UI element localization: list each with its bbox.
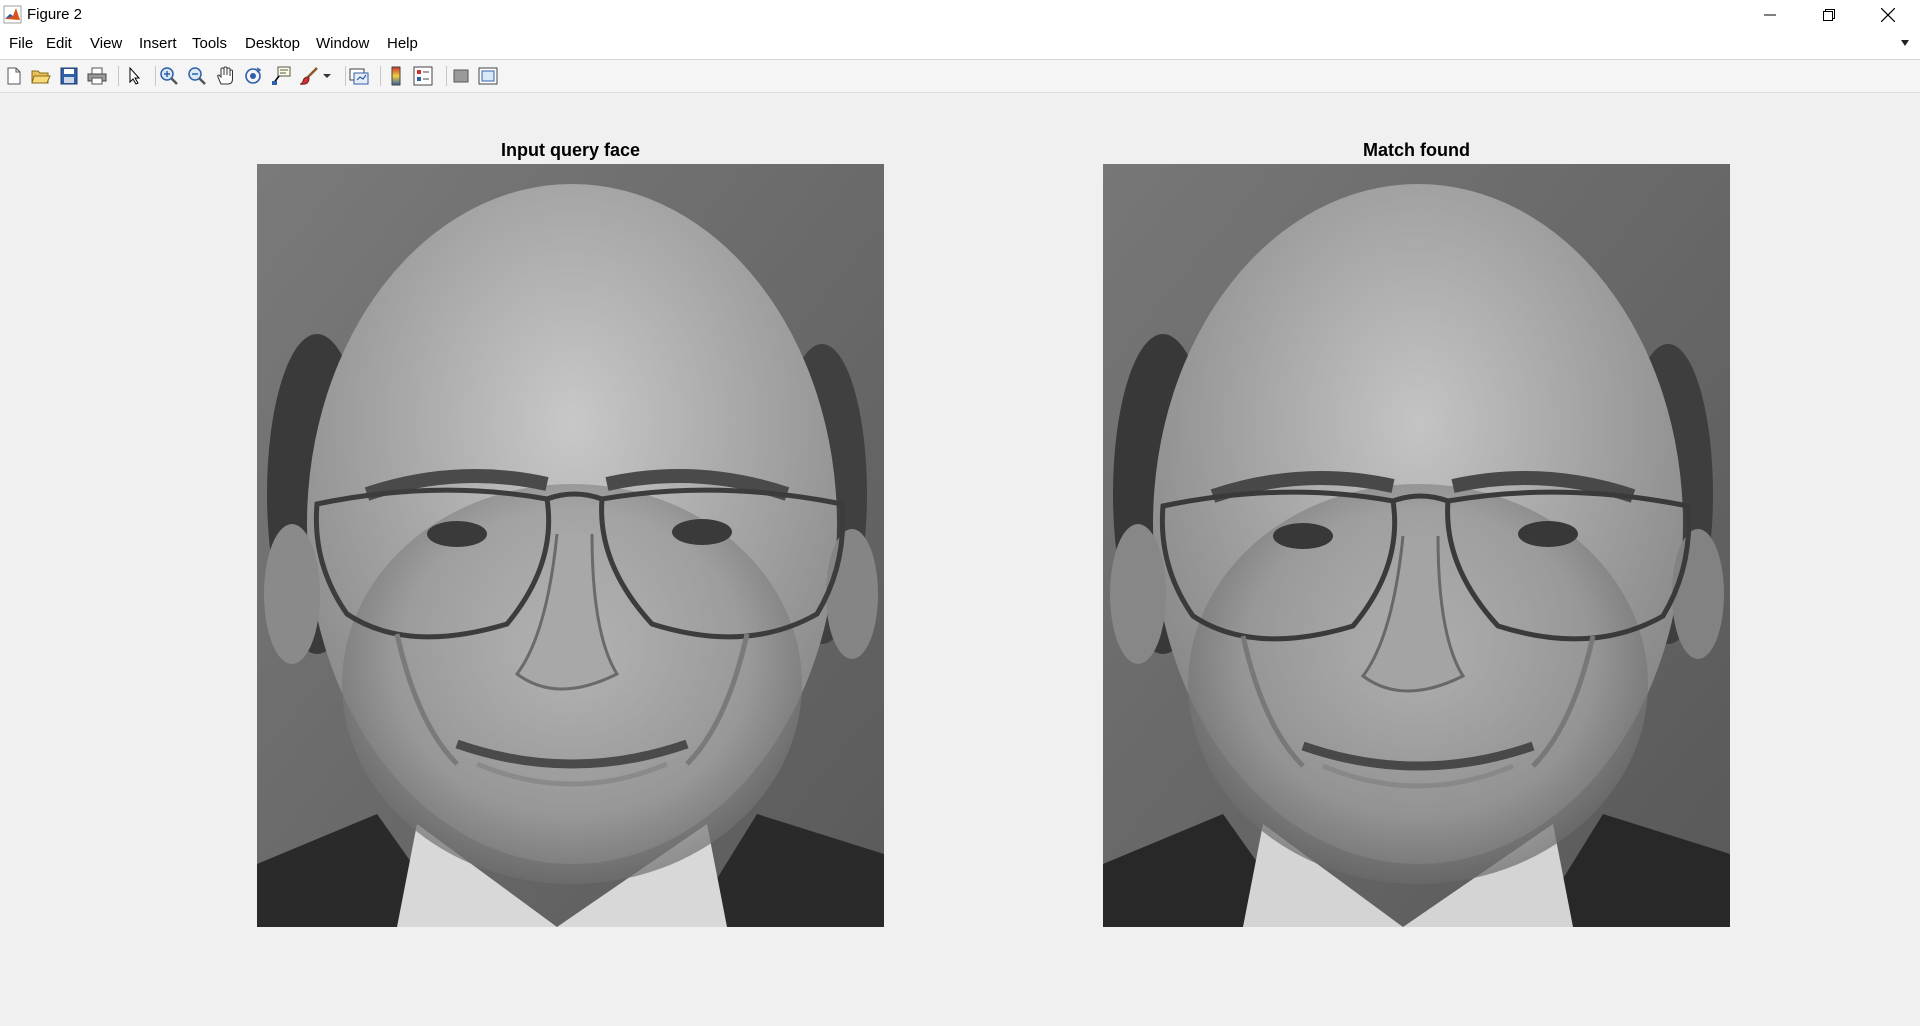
new-figure-icon — [7, 67, 21, 85]
menu-window[interactable]: Window — [313, 35, 372, 52]
pan-button[interactable] — [213, 64, 237, 88]
print-button[interactable] — [85, 64, 109, 88]
close-icon — [1881, 8, 1895, 22]
insert-legend-icon — [413, 66, 433, 86]
show-plot-tools-icon — [478, 67, 498, 85]
minimize-button[interactable] — [1741, 0, 1799, 30]
data-cursor-icon — [272, 66, 291, 85]
dock-arrow-icon[interactable] — [1900, 39, 1910, 47]
figure-toolbar — [0, 60, 1920, 93]
insert-colorbar-icon — [391, 66, 401, 86]
restore-button[interactable] — [1800, 0, 1858, 30]
minimize-icon — [1764, 14, 1776, 16]
insert-colorbar-button[interactable] — [384, 64, 408, 88]
open-file-button[interactable] — [29, 64, 53, 88]
save-button[interactable] — [57, 64, 81, 88]
query-face-image — [257, 164, 884, 927]
toolbar-separator — [380, 66, 381, 86]
restore-icon — [1823, 9, 1835, 21]
brush-button[interactable] — [297, 64, 321, 88]
brush-dropdown[interactable] — [321, 64, 333, 88]
zoom-out-button[interactable] — [185, 64, 209, 88]
hide-plot-tools-icon — [453, 69, 469, 83]
new-figure-button[interactable] — [2, 64, 26, 88]
rotate-3d-icon — [245, 67, 262, 84]
matlab-logo-icon — [3, 5, 22, 24]
close-button[interactable] — [1859, 0, 1917, 30]
hide-plot-tools-button[interactable] — [449, 64, 473, 88]
insert-legend-button[interactable] — [411, 64, 435, 88]
edit-plot-button[interactable] — [123, 64, 147, 88]
menu-view[interactable]: View — [87, 35, 125, 52]
matched-face-image — [1103, 164, 1730, 927]
print-icon — [87, 67, 107, 85]
data-cursor-button[interactable] — [269, 64, 293, 88]
link-plot-icon — [349, 68, 369, 85]
edit-plot-arrow-icon — [129, 67, 141, 85]
toolbar-separator — [155, 66, 156, 86]
toolbar-separator — [446, 66, 447, 86]
menu-desktop[interactable]: Desktop — [242, 35, 303, 52]
left-axes-title: Input query face — [500, 140, 641, 160]
open-file-icon — [31, 70, 51, 84]
menu-edit[interactable]: Edit — [43, 35, 75, 52]
toolbar-separator — [118, 66, 119, 86]
pan-hand-icon — [217, 66, 233, 85]
save-icon — [60, 67, 78, 85]
menu-file[interactable]: File — [6, 35, 36, 52]
menu-tools[interactable]: Tools — [189, 35, 230, 52]
link-plot-button[interactable] — [347, 64, 371, 88]
brush-icon — [299, 67, 318, 85]
zoom-in-button[interactable] — [157, 64, 181, 88]
zoom-in-icon — [160, 67, 178, 85]
menu-insert[interactable]: Insert — [136, 35, 180, 52]
right-axes-title: Match found — [1363, 140, 1470, 160]
window-title: Figure 2 — [27, 6, 83, 23]
rotate-3d-button[interactable] — [241, 64, 265, 88]
menu-bar: File Edit View Insert Tools Desktop Wind… — [0, 30, 1920, 60]
zoom-out-icon — [188, 67, 206, 85]
chevron-down-icon — [323, 74, 331, 78]
show-plot-tools-button[interactable] — [476, 64, 500, 88]
title-bar: Figure 2 — [0, 0, 1920, 30]
menu-help[interactable]: Help — [384, 35, 421, 52]
figure-window: Figure 2 File Edit View Insert Tools Des… — [0, 0, 1920, 1026]
toolbar-separator — [345, 66, 346, 86]
